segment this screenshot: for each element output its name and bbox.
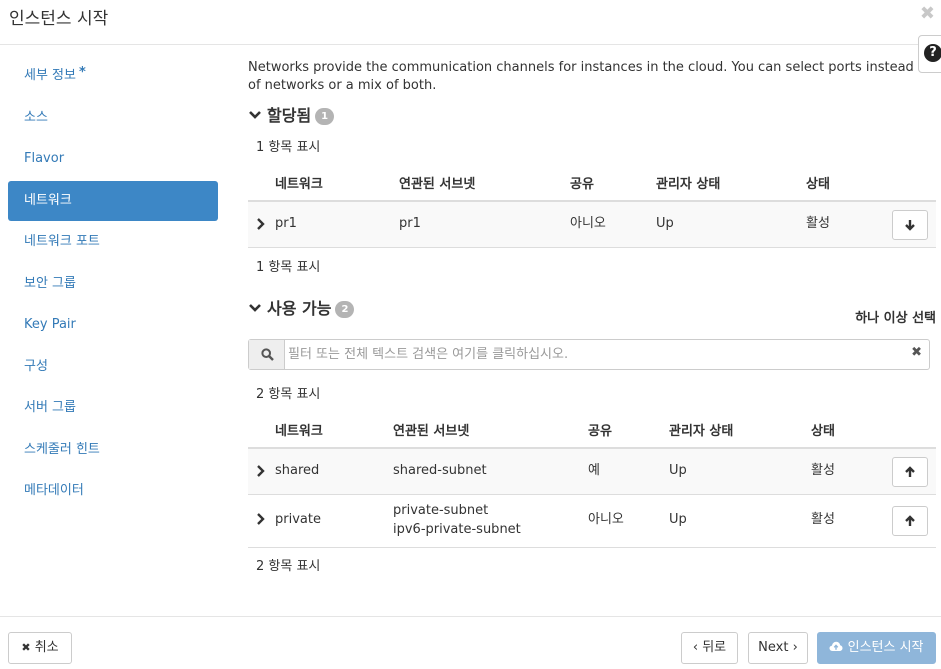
deallocate-button[interactable]	[892, 210, 928, 240]
available-section-toggle[interactable]: 사용 가능 2	[248, 298, 355, 320]
col-admin-state: 관리자 상태	[656, 177, 721, 192]
back-label: 뒤로	[702, 640, 727, 655]
available-count-bottom: 2 항목 표시	[256, 559, 321, 574]
nav-item-networks[interactable]: 네트워크	[8, 180, 218, 221]
nav-item-label: 네트워크	[24, 192, 72, 208]
nav-item-label: 스케줄러 힌트	[24, 441, 100, 457]
cancel-label: 취소	[34, 640, 59, 655]
cancel-button[interactable]: ✖ 취소	[8, 632, 72, 664]
chevron-right-icon[interactable]	[256, 465, 266, 477]
admin-state-value: Up	[656, 216, 674, 231]
modal-footer: ✖ 취소 ‹ 뒤로 Next › 인스턴스 시작	[0, 616, 941, 669]
help-button[interactable]: ?	[918, 35, 941, 73]
allocated-title: 할당됨	[267, 106, 312, 125]
question-icon: ?	[924, 44, 941, 62]
subnet-name: ipv6-private-subnet	[393, 522, 521, 537]
arrow-up-icon	[905, 466, 915, 477]
chevron-right-icon[interactable]	[256, 218, 266, 230]
shared-value: 예	[588, 463, 600, 478]
allocated-section-toggle[interactable]: 할당됨 1	[248, 105, 335, 127]
nav-item-label: 네트워크 포트	[24, 234, 100, 249]
nav-item-key-pair[interactable]: Key Pair	[8, 305, 218, 345]
nav-item-label: 세부 정보	[24, 68, 76, 83]
available-count-badge: 2	[335, 301, 355, 318]
subnet-name: private-subnet	[393, 503, 489, 518]
back-button[interactable]: ‹ 뒤로	[681, 632, 738, 664]
nav-item-label: Flavor	[24, 151, 65, 166]
col-shared: 공유	[588, 424, 612, 439]
chevron-down-icon	[249, 111, 261, 119]
launch-instance-button[interactable]: 인스턴스 시작	[817, 632, 936, 664]
cloud-upload-icon	[829, 641, 843, 651]
close-icon[interactable]: ✖	[920, 3, 935, 24]
shared-value: 아니오	[588, 512, 624, 527]
nav-item-label: 보안 그룹	[24, 275, 76, 291]
col-network: 네트워크	[275, 177, 323, 192]
nav-item-source[interactable]: 소스	[8, 98, 218, 138]
search-input[interactable]	[286, 340, 906, 369]
nav-item-flavor[interactable]: Flavor	[8, 139, 218, 179]
chevron-right-icon[interactable]	[256, 513, 266, 525]
network-name: private	[275, 512, 321, 527]
network-name: shared	[275, 463, 320, 478]
col-admin-state: 관리자 상태	[669, 424, 734, 439]
launch-label: 인스턴스 시작	[847, 640, 924, 655]
admin-state-value: Up	[669, 463, 687, 478]
shared-value: 아니오	[570, 216, 606, 231]
nav-item-scheduler-hints[interactable]: 스케줄러 힌트	[8, 430, 218, 470]
step-description: Networks provide the communication chann…	[248, 60, 914, 93]
allocated-count-top: 1 항목 표시	[256, 140, 321, 155]
available-count-top: 2 항목 표시	[256, 387, 321, 402]
table-row: shared shared-subnet 예 Up 활성	[248, 449, 936, 495]
search-bar: ✖	[248, 339, 930, 370]
wizard-nav: 세부 정보 * 소스 Flavor 네트워크 네트워크 포트 보안 그룹 Key …	[8, 56, 218, 513]
next-button[interactable]: Next ›	[748, 632, 808, 664]
available-title: 사용 가능	[267, 299, 332, 318]
allocate-button[interactable]	[892, 457, 928, 487]
close-icon: ✖	[21, 641, 31, 654]
allocated-count-bottom: 1 항목 표시	[256, 260, 321, 275]
status-value: 활성	[811, 512, 835, 527]
nav-item-details[interactable]: 세부 정보 *	[8, 56, 218, 96]
nav-item-network-ports[interactable]: 네트워크 포트	[8, 222, 218, 262]
nav-item-metadata[interactable]: 메타데이터	[8, 471, 218, 511]
subnet-name: pr1	[399, 216, 421, 231]
nav-item-label: 서버 그룹	[24, 400, 76, 415]
col-shared: 공유	[570, 177, 594, 192]
subnet-name: shared-subnet	[393, 463, 487, 478]
col-status: 상태	[806, 177, 830, 192]
chevron-down-icon	[249, 304, 261, 312]
col-network: 네트워크	[275, 424, 323, 439]
col-subnets: 연관된 서브넷	[393, 424, 470, 439]
allocated-count-badge: 1	[315, 108, 335, 125]
table-row: pr1 pr1 아니오 Up 활성	[248, 202, 936, 248]
table-row: private private-subnet ipv6-private-subn…	[248, 496, 936, 548]
search-icon	[261, 348, 274, 361]
nav-item-label: 구성	[24, 358, 48, 374]
select-hint: 하나 이상 선택	[855, 311, 936, 326]
chevron-right-icon: ›	[792, 640, 798, 655]
required-marker: *	[78, 65, 86, 80]
status-value: 활성	[811, 463, 835, 478]
col-subnets: 연관된 서브넷	[399, 177, 476, 192]
admin-state-value: Up	[669, 512, 687, 527]
nav-item-label: 소스	[24, 109, 48, 125]
clear-search-icon[interactable]: ✖	[911, 345, 922, 360]
nav-item-label: 메타데이터	[24, 483, 84, 498]
modal-header: 인스턴스 시작 ✖	[0, 0, 941, 45]
status-value: 활성	[806, 216, 830, 231]
nav-item-label: Key Pair	[24, 317, 76, 332]
col-status: 상태	[811, 424, 835, 439]
next-label: Next	[758, 640, 789, 655]
search-addon	[249, 340, 285, 369]
nav-item-security-groups[interactable]: 보안 그룹	[8, 264, 218, 304]
chevron-left-icon: ‹	[692, 640, 699, 655]
nav-item-server-groups[interactable]: 서버 그룹	[8, 388, 218, 428]
network-name: pr1	[275, 216, 297, 231]
allocate-button[interactable]	[892, 506, 928, 536]
nav-item-configuration[interactable]: 구성	[8, 347, 218, 387]
modal-title: 인스턴스 시작	[9, 9, 109, 29]
arrow-up-icon	[905, 515, 915, 526]
arrow-down-icon	[905, 220, 915, 231]
